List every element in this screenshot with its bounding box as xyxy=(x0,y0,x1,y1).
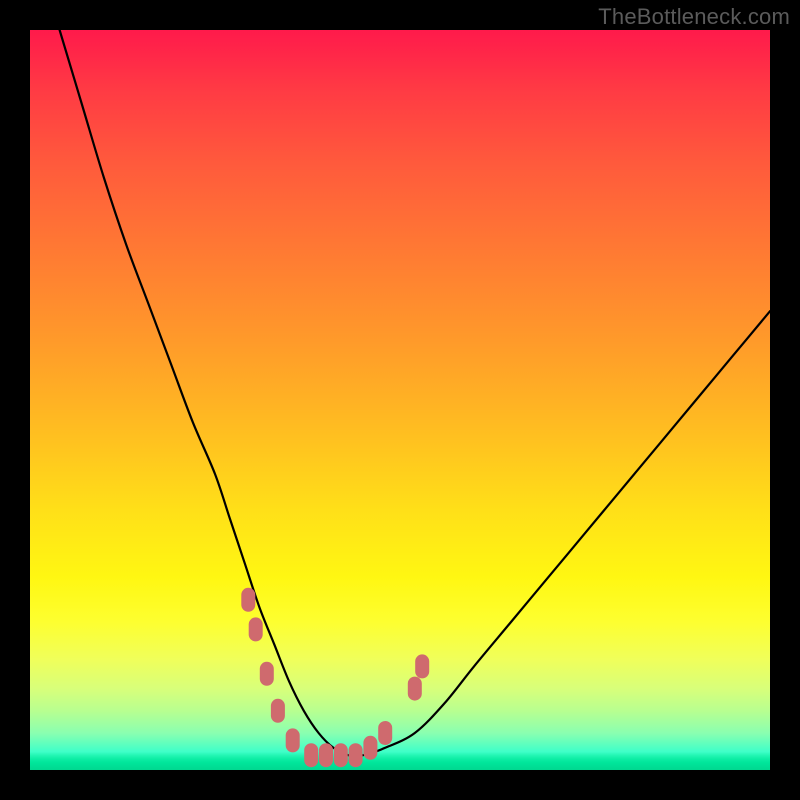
watermark-text: TheBottleneck.com xyxy=(598,4,790,30)
curve-svg xyxy=(30,30,770,770)
curve-marker xyxy=(260,662,274,686)
chart-frame: TheBottleneck.com xyxy=(0,0,800,800)
plot-area xyxy=(30,30,770,770)
curve-marker xyxy=(408,677,422,701)
curve-marker xyxy=(415,654,429,678)
curve-marker xyxy=(319,743,333,767)
curve-marker xyxy=(363,736,377,760)
curve-marker xyxy=(378,721,392,745)
curve-marker xyxy=(249,617,263,641)
curve-marker xyxy=(271,699,285,723)
curve-marker xyxy=(241,588,255,612)
bottleneck-curve xyxy=(60,30,770,756)
curve-marker xyxy=(334,743,348,767)
curve-marker xyxy=(304,743,318,767)
curve-marker xyxy=(349,743,363,767)
curve-marker xyxy=(286,728,300,752)
